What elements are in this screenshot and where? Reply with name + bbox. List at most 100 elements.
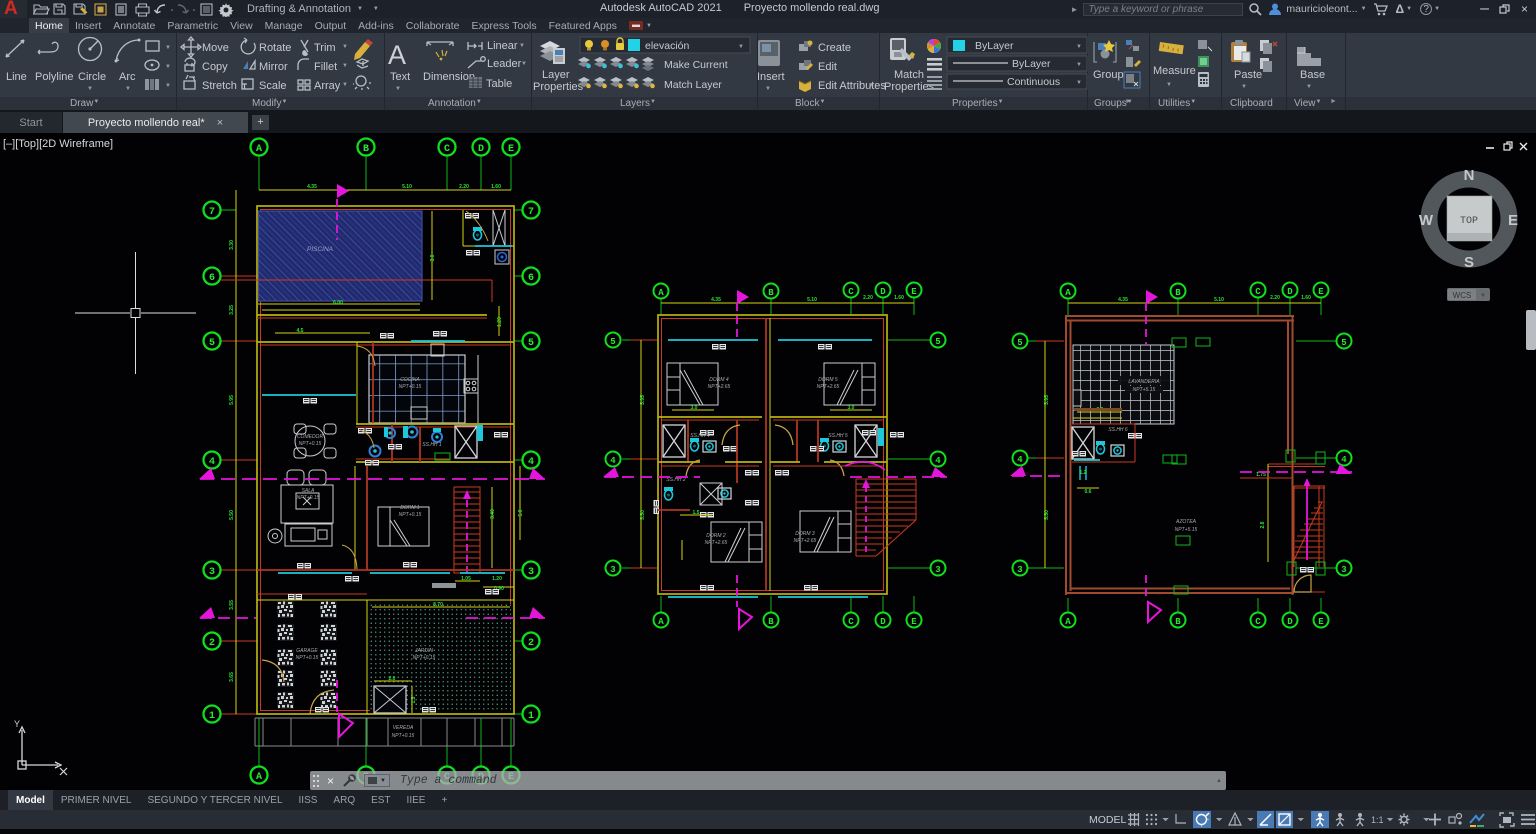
svg-text:Match Layer: Match Layer — [664, 79, 722, 91]
svg-text:5.10: 5.10 — [807, 297, 817, 303]
svg-text:7: 7 — [528, 207, 534, 218]
svg-text:5: 5 — [209, 338, 215, 349]
svg-text:C: C — [848, 617, 854, 627]
svg-text:Scale: Scale — [259, 80, 287, 92]
svg-text:3.65: 3.65 — [229, 672, 235, 682]
svg-text:D: D — [1287, 617, 1293, 627]
svg-text:3: 3 — [610, 565, 615, 575]
svg-text:▼: ▼ — [1306, 84, 1312, 90]
svg-text:Arc: Arc — [119, 71, 136, 83]
svg-text:NPT+2.65: NPT+2.65 — [705, 540, 728, 546]
svg-text:Edit Attributes: Edit Attributes — [818, 80, 886, 92]
svg-text:E: E — [1318, 287, 1324, 297]
svg-text:5: 5 — [528, 338, 534, 349]
svg-text:Layer: Layer — [542, 69, 570, 81]
svg-text:3.25: 3.25 — [229, 305, 235, 315]
svg-text:D: D — [478, 144, 484, 155]
svg-text:NPT+5.15: NPT+5.15 — [1133, 387, 1156, 393]
svg-text:A: A — [1065, 288, 1071, 298]
svg-text:W: W — [1419, 212, 1434, 229]
svg-text:Text: Text — [390, 71, 410, 83]
svg-text:5: 5 — [1341, 338, 1346, 348]
svg-text:E: E — [1508, 212, 1518, 229]
svg-text:A: A — [1065, 617, 1071, 627]
svg-text:SS.HH 5: SS.HH 5 — [828, 433, 848, 439]
svg-text:SS.HH 1: SS.HH 1 — [422, 442, 442, 448]
svg-text:3.0: 3.0 — [691, 405, 698, 411]
svg-text:5.50: 5.50 — [229, 510, 235, 520]
svg-text:3.30: 3.30 — [229, 240, 235, 250]
svg-text:D: D — [880, 617, 886, 627]
svg-text:3.40: 3.40 — [490, 509, 496, 519]
svg-text:2.20: 2.20 — [459, 184, 469, 190]
svg-text:5.0: 5.0 — [518, 509, 524, 516]
svg-text:A: A — [256, 772, 262, 783]
svg-text:▼: ▼ — [868, 83, 874, 89]
svg-text:LAVANDERIA: LAVANDERIA — [1128, 379, 1160, 385]
svg-text:▼: ▼ — [87, 86, 93, 92]
svg-text:6: 6 — [209, 273, 215, 284]
svg-text:4.35: 4.35 — [1118, 297, 1128, 303]
svg-text:0.6: 0.6 — [1085, 489, 1092, 495]
svg-text:3: 3 — [1341, 565, 1346, 575]
svg-text:A: A — [256, 144, 262, 155]
svg-text:3.55: 3.55 — [229, 600, 235, 610]
svg-text:8.70: 8.70 — [433, 602, 443, 608]
svg-text:1.60: 1.60 — [894, 295, 904, 301]
svg-text:4: 4 — [935, 456, 941, 466]
svg-text:PISCINA: PISCINA — [307, 246, 333, 253]
svg-text:2: 2 — [528, 638, 534, 649]
svg-text:5: 5 — [935, 337, 940, 347]
svg-text:3.0: 3.0 — [430, 254, 436, 261]
svg-text:▼: ▼ — [165, 64, 171, 70]
svg-text:DORM 4: DORM 4 — [709, 377, 729, 383]
svg-text:3: 3 — [209, 567, 215, 578]
svg-text:JARDIN: JARDIN — [414, 648, 433, 654]
svg-text:1.20: 1.20 — [497, 317, 503, 327]
svg-text:Line: Line — [6, 71, 27, 83]
svg-text:4: 4 — [209, 457, 215, 468]
svg-text:A: A — [388, 40, 406, 70]
svg-text:WCS: WCS — [1453, 291, 1472, 300]
svg-text:B: B — [768, 288, 774, 298]
svg-text:AZOTEA: AZOTEA — [1175, 519, 1197, 525]
svg-text:2.20: 2.20 — [1270, 295, 1280, 301]
svg-text:1.20: 1.20 — [492, 576, 502, 582]
svg-text:4: 4 — [1341, 455, 1347, 465]
svg-text:D: D — [1287, 287, 1293, 297]
svg-text:▼: ▼ — [395, 86, 401, 92]
svg-text:Linear: Linear — [487, 40, 518, 52]
svg-text:NPT+0.15: NPT+0.15 — [392, 733, 415, 739]
svg-text:▼: ▼ — [521, 61, 527, 67]
svg-text:▼: ▼ — [342, 82, 348, 88]
svg-text:3: 3 — [528, 567, 534, 578]
svg-text:elevación: elevación — [645, 40, 690, 52]
svg-text:5.95: 5.95 — [1044, 395, 1050, 405]
svg-text:5.95: 5.95 — [640, 395, 646, 405]
svg-text:NPT+0.15: NPT+0.15 — [399, 512, 422, 518]
svg-text:Create: Create — [818, 42, 851, 54]
svg-text:▼: ▼ — [165, 45, 171, 51]
svg-text:C: C — [848, 287, 854, 297]
svg-text:Fillet: Fillet — [314, 61, 337, 73]
svg-text:NPT+0.15: NPT+0.15 — [413, 655, 436, 661]
svg-text:NPT+2.65: NPT+2.65 — [817, 384, 840, 390]
svg-text:▼: ▼ — [519, 43, 525, 49]
svg-text:▼: ▼ — [342, 63, 348, 69]
svg-text:Polyline: Polyline — [35, 71, 74, 83]
svg-text:5.10: 5.10 — [1214, 297, 1224, 303]
svg-text:▼: ▼ — [1076, 44, 1082, 50]
svg-text:7: 7 — [209, 207, 215, 218]
svg-text:DORM 3: DORM 3 — [795, 531, 815, 537]
svg-text:DORM.1: DORM.1 — [400, 505, 420, 511]
svg-text:DORM 5: DORM 5 — [818, 377, 838, 383]
svg-text:5.50: 5.50 — [640, 510, 646, 520]
svg-text:NPT+0.15: NPT+0.15 — [299, 441, 322, 447]
svg-text:5: 5 — [1017, 338, 1022, 348]
svg-text:Group: Group — [1093, 69, 1124, 81]
svg-text:NPT+5.15: NPT+5.15 — [1175, 527, 1198, 533]
svg-text:▼: ▼ — [1241, 84, 1247, 90]
svg-text:Insert: Insert — [757, 71, 785, 83]
svg-text:2.0: 2.0 — [389, 676, 396, 682]
svg-text:MODEL: MODEL — [1089, 814, 1127, 826]
